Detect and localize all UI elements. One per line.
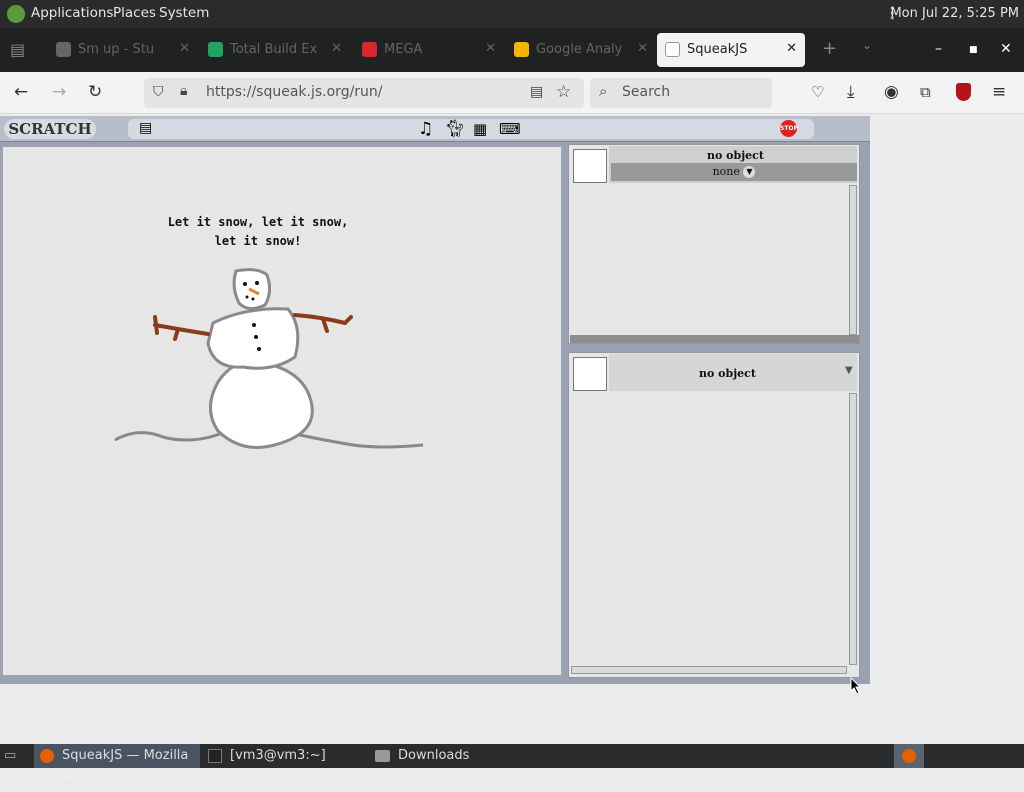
url-bar[interactable]: ⛉ 🔒︎ https://squeak.js.org/run/ ▤ ☆: [144, 78, 584, 108]
scratch-window: SCRATCH ▤ ♫ 🐈︎ ▦ ⌨ STOP Let it snow, let…: [0, 116, 870, 684]
taskbar-terminal[interactable]: [vm3@vm3:~]: [204, 744, 364, 768]
object-header: no object ▼: [609, 354, 857, 391]
search-placeholder: Search: [622, 84, 671, 100]
forward-icon[interactable]: →: [52, 82, 66, 102]
stage[interactable]: Let it snow, let it snow, let it snow!: [2, 146, 562, 676]
menu-system[interactable]: System: [159, 5, 209, 21]
horizontal-scrollbar[interactable]: [571, 666, 847, 674]
sheets-favicon-icon: [208, 42, 223, 57]
browser-navbar: ← → ↻ ⛉ 🔒︎ https://squeak.js.org/run/ ▤ …: [0, 72, 1024, 114]
speech-line-2: let it snow!: [214, 234, 302, 248]
url-text[interactable]: https://squeak.js.org/run/: [206, 84, 383, 100]
taskbar-label: Downloads: [398, 748, 470, 763]
object-thumbnail[interactable]: [573, 357, 607, 391]
taskbar-label: [vm3@vm3:~]: [230, 748, 326, 763]
vertical-scrollbar[interactable]: [849, 393, 857, 665]
cat-sprite-icon[interactable]: 🐈︎: [444, 119, 466, 139]
extensions-icon[interactable]: ⧉: [920, 83, 931, 101]
film-icon[interactable]: ▦: [473, 120, 487, 138]
distro-logo-icon[interactable]: [7, 5, 25, 23]
download-icon[interactable]: ⤓: [847, 82, 855, 102]
tab-list-icon[interactable]: ⌄: [862, 38, 872, 52]
tab-close-icon[interactable]: ✕: [786, 41, 797, 56]
tab-label: Google Analy: [536, 42, 623, 57]
taskbar-label: SqueakJS — Mozilla ...: [62, 748, 189, 787]
minimize-icon[interactable]: –: [935, 41, 942, 57]
terminal-icon: [208, 749, 222, 763]
menu-places[interactable]: Places: [113, 5, 156, 21]
maximize-icon[interactable]: ■: [969, 45, 978, 55]
search-field[interactable]: ⌕ Search: [590, 78, 772, 108]
chevron-down-icon[interactable]: ▼: [845, 365, 853, 376]
panel-divider: [570, 335, 859, 343]
speech-bubble: Let it snow, let it snow, let it snow!: [163, 213, 353, 251]
keyboard-icon[interactable]: ⌨: [499, 120, 521, 138]
taskbar-firefox[interactable]: SqueakJS — Mozilla ...: [34, 744, 200, 787]
sprite-thumbnail[interactable]: [573, 149, 607, 183]
tab-3[interactable]: MEGA ✕: [354, 33, 504, 67]
firefox-icon: [902, 749, 916, 763]
tab-label: Total Build Ex: [230, 42, 318, 57]
taskbar-downloads[interactable]: Downloads: [370, 744, 530, 768]
search-icon: ⌕: [599, 82, 608, 100]
sprite-panel: no object none ▼: [568, 144, 860, 344]
show-desktop-icon[interactable]: ▭: [4, 744, 16, 768]
shield-icon[interactable]: ⛉: [153, 84, 164, 100]
mouse-cursor-icon: [850, 677, 862, 695]
drive-favicon-icon: [514, 42, 529, 57]
bookmark-star-icon[interactable]: ☆: [556, 82, 571, 102]
ublock-icon[interactable]: [956, 83, 971, 101]
tab-close-icon[interactable]: ✕: [637, 41, 648, 56]
tab-2[interactable]: Total Build Ex ✕: [200, 33, 350, 67]
new-tab-button[interactable]: +: [822, 38, 837, 59]
scratch-menubar: ▤ ♫ 🐈︎ ▦ ⌨ STOP: [128, 119, 814, 139]
firefox-icon: [40, 749, 54, 763]
chevron-down-icon: ▼: [743, 166, 756, 178]
browser-tab-bar: ▤ Sm up - Stu ✕ Total Build Ex ✕ MEGA ✕ …: [0, 28, 1024, 72]
system-top-bar: Applications Places System • • • Mon Jul 2…: [0, 0, 1024, 28]
vertical-scrollbar[interactable]: [849, 185, 857, 335]
tab-close-icon[interactable]: ✕: [179, 41, 190, 56]
stop-button[interactable]: STOP: [780, 120, 798, 137]
pocket-icon[interactable]: ♡: [811, 83, 824, 101]
reader-view-icon[interactable]: ▤: [530, 84, 543, 100]
mega-favicon-icon: [362, 42, 377, 57]
tab-close-icon[interactable]: ✕: [331, 41, 342, 56]
clock[interactable]: Mon Jul 22, 5:25 PM: [890, 6, 1019, 21]
object-name: no object: [699, 367, 756, 380]
squeak-favicon-icon: [665, 42, 680, 57]
tab-label: Sm up - Stu: [78, 42, 155, 57]
reload-icon[interactable]: ↻: [88, 82, 102, 102]
tab-squeakjs[interactable]: SqueakJS ✕: [657, 33, 805, 67]
tab-1[interactable]: Sm up - Stu ✕: [48, 33, 198, 67]
lock-icon[interactable]: 🔒︎: [180, 83, 187, 99]
tab-overview-icon[interactable]: ▤: [10, 40, 25, 59]
tab-label: SqueakJS: [687, 42, 748, 57]
page-background: [0, 690, 1024, 744]
close-window-icon[interactable]: ✕: [1000, 41, 1012, 57]
taskbar: ▭ SqueakJS — Mozilla ... [vm3@vm3:~] Dow…: [0, 744, 1024, 787]
folder-icon: [375, 750, 390, 762]
menu-hamburger-icon[interactable]: ≡: [992, 82, 1006, 102]
tab-close-icon[interactable]: ✕: [485, 41, 496, 56]
dropdown-value: none: [712, 165, 740, 178]
tab-favicon-icon: [56, 42, 71, 57]
speech-line-1: Let it snow, let it snow,: [167, 215, 349, 229]
back-icon[interactable]: ←: [14, 82, 28, 102]
page-icon[interactable]: ▤: [139, 120, 152, 136]
menu-applications[interactable]: Applications: [31, 5, 113, 21]
tab-4[interactable]: Google Analy ✕: [506, 33, 656, 67]
scratch-toolbar: SCRATCH ▤ ♫ 🐈︎ ▦ ⌨ STOP: [0, 116, 870, 142]
script-panel: no object ▼: [568, 352, 860, 678]
scratch-logo: SCRATCH: [4, 119, 96, 139]
sprite-dropdown[interactable]: none ▼: [611, 163, 857, 181]
workspace-switcher[interactable]: [894, 744, 924, 768]
account-icon[interactable]: ◉: [884, 82, 899, 102]
tab-label: MEGA: [384, 42, 423, 57]
music-note-icon[interactable]: ♫: [418, 119, 433, 139]
sprite-name: no object: [707, 149, 764, 162]
